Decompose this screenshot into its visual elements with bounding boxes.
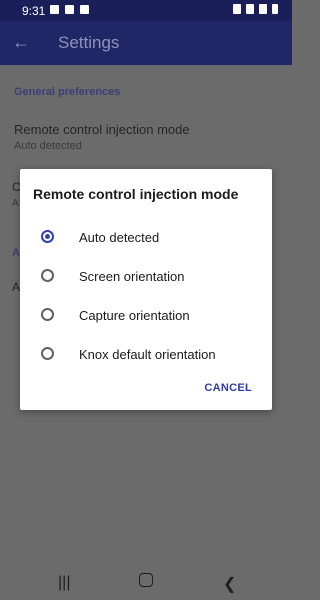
pref-remote-control-injection-mode[interactable]: Remote control injection mode Auto detec… <box>14 122 274 152</box>
status-time: 9:31 <box>22 4 46 18</box>
section-peek: A <box>12 247 20 259</box>
nav-bar: ||| ❮ <box>0 570 292 600</box>
radio-unselected-icon[interactable] <box>41 308 54 321</box>
app-bar: ← Settings <box>0 21 292 65</box>
signal-icon <box>259 4 267 14</box>
home-icon[interactable] <box>139 573 153 587</box>
wifi-icon <box>246 4 254 14</box>
radio-unselected-icon[interactable] <box>41 347 54 360</box>
battery-icon <box>272 4 278 14</box>
option-screen-orientation[interactable]: Screen orientation <box>20 261 272 297</box>
pref-peek-label-2: A <box>12 280 21 294</box>
pref-peek-summary: A <box>12 198 19 209</box>
cancel-button[interactable]: CANCEL <box>204 382 252 394</box>
option-label: Knox default orientation <box>79 347 216 362</box>
option-auto-detected[interactable]: Auto detected <box>20 222 272 258</box>
radio-unselected-icon[interactable] <box>41 269 54 282</box>
pref-summary: Auto detected <box>14 140 82 152</box>
radio-selected-icon[interactable] <box>41 230 54 243</box>
image-icon <box>50 5 59 14</box>
arrow-left-icon[interactable]: ← <box>12 32 30 53</box>
status-icons-right <box>233 4 278 14</box>
dialog-title: Remote control injection mode <box>33 186 239 202</box>
option-label: Capture orientation <box>79 308 190 323</box>
option-label: Auto detected <box>79 230 160 245</box>
page-title: Settings <box>58 33 120 52</box>
option-capture-orientation[interactable]: Capture orientation <box>20 300 272 336</box>
option-label: Screen orientation <box>79 269 185 284</box>
pref-label: Remote control injection mode <box>14 122 190 137</box>
x-box-icon <box>80 5 89 14</box>
injection-mode-dialog: Remote control injection mode Auto detec… <box>20 169 272 410</box>
cast-icon <box>65 5 74 14</box>
status-icons-left <box>50 5 89 14</box>
mute-icon <box>233 4 241 14</box>
section-header-general: General preferences <box>14 86 121 98</box>
recent-apps-icon[interactable]: ||| <box>58 574 70 592</box>
option-knox-default-orientation[interactable]: Knox default orientation <box>20 339 272 375</box>
status-bar: 9:31 <box>0 0 292 21</box>
nav-back-icon[interactable]: ❮ <box>223 574 236 594</box>
